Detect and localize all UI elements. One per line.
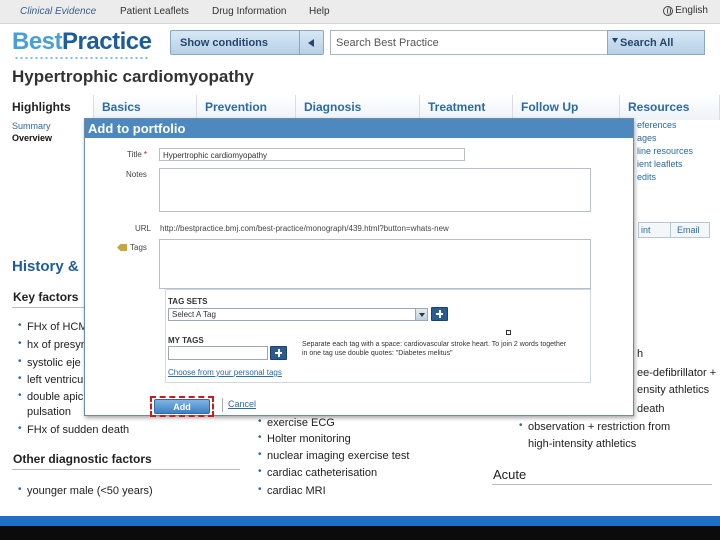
show-conditions-button[interactable]: Show conditions — [170, 30, 324, 55]
treatment-fragment: h — [637, 348, 644, 360]
tag-sets-panel: TAG SETS Select A Tag MY TAGS Separate e… — [165, 289, 591, 383]
tab-resources[interactable]: Resources — [620, 95, 720, 120]
subnav-overview[interactable]: Overview — [12, 133, 52, 143]
cancel-link[interactable]: Cancel — [228, 399, 256, 409]
tab-prevention[interactable]: Prevention — [197, 95, 296, 120]
key-factor-item: FHx of sudden death — [18, 423, 129, 436]
history-heading: History & — [12, 258, 79, 275]
drug-information-link[interactable]: Drug Information — [212, 6, 286, 17]
tag-set-selected-value: Select A Tag — [172, 310, 216, 319]
footer-black-bar — [0, 526, 720, 540]
divider — [12, 469, 240, 470]
tags-hint-text: Separate each tag with a space: cardiova… — [302, 341, 567, 357]
resources-link-patient-leaflets[interactable]: ient leaflets — [637, 159, 683, 169]
key-factors-heading: Key factors — [13, 290, 79, 304]
resources-link-images[interactable]: ages — [637, 133, 657, 143]
key-factor-item: systolic eje — [18, 356, 81, 369]
treatment-fragment: ee-defibrillator + — [637, 367, 717, 379]
tags-label: Tags — [130, 243, 147, 252]
other-factor-item: younger male (<50 years) — [18, 484, 153, 497]
choose-personal-tags-link[interactable]: Choose from your personal tags — [168, 368, 282, 377]
logo-part-2: Practice — [62, 28, 152, 55]
add-my-tag-button[interactable] — [270, 346, 287, 360]
title-field[interactable]: Hypertrophic cardiomyopathy — [159, 148, 465, 161]
footer-blue-bar — [0, 516, 720, 526]
clinical-evidence-link[interactable]: Clinical Evidence — [20, 6, 96, 17]
test-item: exercise ECG — [258, 416, 335, 429]
key-factor-item: hx of presyn — [18, 338, 87, 351]
subnav-summary[interactable]: Summary — [12, 121, 51, 131]
text-cursor-marker — [506, 330, 511, 335]
footer-area — [0, 500, 720, 516]
notes-label: Notes — [126, 170, 147, 179]
notes-field[interactable] — [159, 168, 591, 212]
test-item: cardiac catheterisation — [258, 466, 377, 479]
email-button[interactable]: Email — [670, 222, 710, 238]
chevron-left-icon — [299, 31, 323, 54]
treatment-item: observation + restriction from — [519, 420, 670, 433]
search-placeholder: Search Best Practice — [336, 37, 439, 49]
language-selector[interactable]: English — [663, 5, 708, 16]
title-field-value: Hypertrophic cardiomyopathy — [163, 151, 268, 160]
test-item: cardiac MRI — [258, 484, 326, 497]
divider — [492, 484, 712, 485]
key-factor-item: FHx of HCM — [18, 320, 87, 333]
url-label: URL — [135, 224, 152, 233]
key-factor-item-continued: pulsation — [27, 406, 72, 418]
key-factor-item: left ventricu — [18, 373, 83, 386]
add-tag-set-button[interactable] — [431, 307, 448, 321]
search-all-button[interactable]: Search All — [607, 30, 705, 55]
page-title: Hypertrophic cardiomyopathy — [12, 67, 254, 86]
tab-treatment[interactable]: Treatment — [420, 95, 513, 120]
dropdown-arrow-icon — [612, 38, 618, 43]
show-conditions-label: Show conditions — [180, 37, 268, 49]
help-link[interactable]: Help — [309, 6, 330, 17]
best-practice-logo[interactable]: BestPractice — [12, 28, 152, 56]
my-tags-input[interactable] — [168, 346, 268, 360]
resources-link-online-resources[interactable]: line resources — [637, 146, 693, 156]
test-item: nuclear imaging exercise test — [258, 449, 409, 462]
monograph-tabs: Highlights Basics Prevention Diagnosis T… — [4, 95, 720, 120]
tags-field[interactable] — [159, 239, 591, 289]
language-label: English — [675, 5, 708, 16]
logo-dots — [14, 56, 150, 60]
search-all-label: Search All — [620, 37, 674, 49]
patient-leaflets-link[interactable]: Patient Leaflets — [120, 6, 189, 17]
my-tags-heading: MY TAGS — [168, 336, 204, 345]
treatment-fragment: ensity athletics — [637, 384, 710, 396]
tag-sets-heading: TAG SETS — [168, 297, 208, 306]
key-factor-item: double apic — [18, 390, 83, 403]
logo-part-1: Best — [12, 28, 63, 55]
tag-set-select[interactable]: Select A Tag — [168, 308, 428, 321]
globe-icon — [663, 5, 674, 16]
divider — [12, 307, 84, 308]
dialog-title: Add to portfolio — [88, 121, 186, 136]
treatment-fragment: death — [637, 403, 665, 415]
button-separator — [222, 398, 223, 412]
other-factors-heading: Other diagnostic factors — [13, 452, 152, 466]
treatment-item-continued: high-intensity athletics — [528, 438, 637, 450]
url-value: http://bestpractice.bmj.com/best-practic… — [160, 224, 449, 233]
tab-diagnosis[interactable]: Diagnosis — [296, 95, 420, 120]
tab-highlights[interactable]: Highlights — [4, 95, 94, 120]
tab-basics[interactable]: Basics — [94, 95, 197, 120]
acute-heading: Acute — [493, 467, 527, 482]
title-label: Title * — [127, 150, 147, 159]
resources-link-credits[interactable]: edits — [637, 172, 656, 182]
add-button[interactable]: Add — [154, 399, 210, 414]
tab-follow-up[interactable]: Follow Up — [513, 95, 620, 120]
resources-link-references[interactable]: eferences — [637, 120, 677, 130]
chevron-down-icon — [415, 309, 427, 320]
search-input[interactable]: Search Best Practice — [330, 30, 608, 55]
top-utility-bar: Clinical Evidence Patient Leaflets Drug … — [0, 0, 720, 24]
add-to-portfolio-dialog: Add to portfolio Title * Hypertrophic car… — [84, 118, 634, 417]
dialog-header: Add to portfolio — [85, 119, 633, 138]
test-item: Holter monitoring — [258, 432, 351, 445]
tag-icon — [117, 244, 127, 251]
